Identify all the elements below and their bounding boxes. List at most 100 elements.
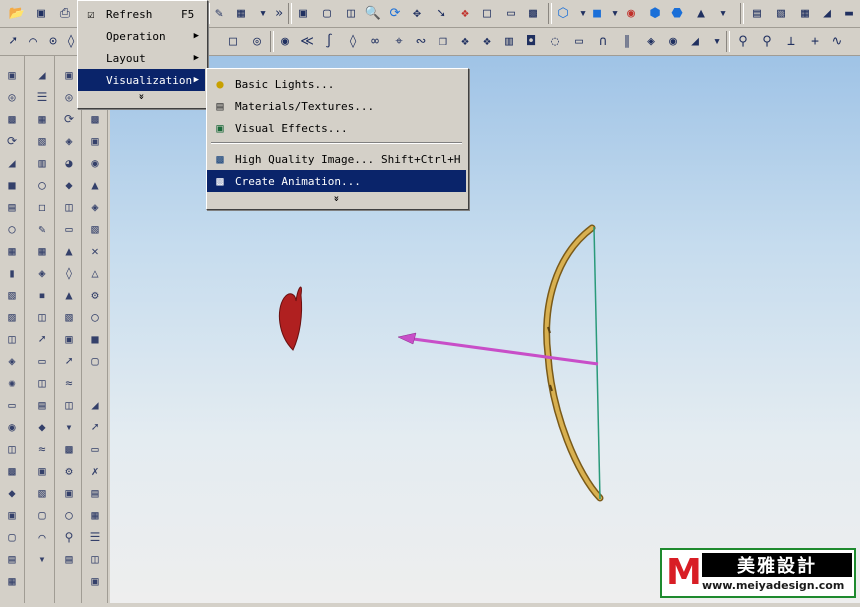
small-box-icon[interactable]: ■ <box>86 330 104 348</box>
arrow-box-icon[interactable]: ➚ <box>86 418 104 436</box>
bridge-icon[interactable]: ∩ <box>594 32 612 50</box>
divide-icon[interactable]: ▥ <box>500 32 518 50</box>
edit-icon[interactable]: ✎ <box>210 4 228 22</box>
fit-view-icon[interactable]: ▣ <box>294 4 312 22</box>
layer-box-icon[interactable]: ▤ <box>86 484 104 502</box>
sew-icon[interactable]: ◫ <box>33 308 51 326</box>
pattern-icon[interactable]: ▨ <box>3 308 21 326</box>
menu-item-create-animation[interactable]: ▩ Create Animation... <box>207 170 466 192</box>
spiral-icon[interactable]: ∞ <box>366 32 384 50</box>
curve-edit-icon[interactable]: ⟳ <box>60 110 78 128</box>
menu-item-visual-effects[interactable]: ▣ Visual Effects... <box>207 117 466 139</box>
bolt-icon[interactable]: ⚲ <box>60 528 78 546</box>
snap-icon[interactable]: ⚲ <box>758 32 776 50</box>
render-icon[interactable]: ⬢ <box>646 4 664 22</box>
pin-icon[interactable]: ⚲ <box>734 32 752 50</box>
frame-box-icon[interactable]: ▢ <box>86 352 104 370</box>
ruler-icon[interactable]: ▬ <box>840 4 858 22</box>
analysis-icon[interactable]: ▤ <box>748 4 766 22</box>
menu-item-layout[interactable]: Layout ▶ <box>78 47 205 69</box>
tube-icon[interactable]: ▤ <box>60 550 78 568</box>
curve-icon[interactable]: ∫ <box>320 32 338 50</box>
hole-icon[interactable]: ○ <box>3 220 21 238</box>
section-icon[interactable]: ◈ <box>642 32 660 50</box>
blend-icon[interactable]: ◎ <box>60 88 78 106</box>
rotate-icon[interactable]: ⟳ <box>386 4 404 22</box>
circle-icon[interactable]: ◎ <box>248 32 266 50</box>
pyramid-icon[interactable]: ▲ <box>60 286 78 304</box>
axis-box-icon[interactable]: ✗ <box>86 462 104 480</box>
green-plane-icon[interactable]: ◆ <box>33 418 51 436</box>
box-up-icon[interactable]: ▲ <box>86 176 104 194</box>
pair-icon[interactable]: ∥ <box>618 32 636 50</box>
revolve-icon[interactable]: ⟳ <box>3 132 21 150</box>
monitor-icon[interactable]: ▩ <box>524 4 542 22</box>
cube-icon[interactable]: □ <box>478 4 496 22</box>
print-icon[interactable]: ⎙ <box>56 4 74 22</box>
menu-item-high-quality-image[interactable]: ▩ High Quality Image... Shift+Ctrl+H <box>207 148 466 170</box>
tag-icon[interactable]: ▭ <box>86 440 104 458</box>
shell-icon[interactable]: ▧ <box>3 286 21 304</box>
line-icon[interactable]: ➚ <box>4 32 22 50</box>
subtract-icon[interactable]: ▣ <box>3 506 21 524</box>
wave-icon[interactable]: ∿ <box>828 32 846 50</box>
extend-icon[interactable]: ❖ <box>478 32 496 50</box>
hump-icon[interactable]: ▣ <box>60 330 78 348</box>
fillet-icon[interactable]: ◌ <box>546 32 564 50</box>
save-icon[interactable]: ▣ <box>32 4 50 22</box>
ruled-icon[interactable]: ▧ <box>33 132 51 150</box>
thru-curves-icon[interactable]: ▥ <box>33 154 51 172</box>
face-blend-icon[interactable]: ▧ <box>60 308 78 326</box>
union-icon[interactable]: ▩ <box>3 462 21 480</box>
trim-face-icon[interactable]: ◫ <box>33 374 51 392</box>
zoom-window-icon[interactable]: ▢ <box>318 4 336 22</box>
folder-open-icon[interactable]: 📂 <box>8 4 26 22</box>
sphere-icon[interactable]: ◎ <box>3 88 21 106</box>
face-icon[interactable]: ◢ <box>33 66 51 84</box>
hole-face-icon[interactable]: ▣ <box>60 484 78 502</box>
pole-icon[interactable]: ◈ <box>60 132 78 150</box>
orient-icon[interactable]: ❖ <box>456 4 474 22</box>
menu-item-refresh[interactable]: ☑ Refresh F5 <box>78 3 205 25</box>
expand-submenu-icon[interactable]: » <box>331 195 342 201</box>
triangle-ruler-icon[interactable]: ◢ <box>686 32 704 50</box>
shaded-cube-icon[interactable]: ■ <box>588 4 606 22</box>
section-face-icon[interactable]: ▣ <box>33 462 51 480</box>
point-icon[interactable]: ⊙ <box>44 32 62 50</box>
grid-icon[interactable]: ▦ <box>796 4 814 22</box>
wrap-icon[interactable]: ◫ <box>60 198 78 216</box>
fan-icon[interactable]: ◆ <box>60 176 78 194</box>
more-icon[interactable]: » <box>270 4 288 22</box>
expand-menu-icon[interactable]: » <box>136 93 147 99</box>
vert-more-icon[interactable]: ▾ <box>33 550 51 568</box>
triangle-icon[interactable]: ◢ <box>818 4 836 22</box>
measure-icon[interactable]: ▧ <box>772 4 790 22</box>
layer-dropdown-icon[interactable]: ▾ <box>714 4 732 22</box>
offset-icon[interactable]: ❒ <box>434 32 452 50</box>
cube-yellow-icon[interactable]: ■ <box>3 176 21 194</box>
lines-box-icon[interactable]: ☰ <box>86 528 104 546</box>
xyz-icon[interactable]: ⌖ <box>390 32 408 50</box>
box-hole-icon[interactable]: ◉ <box>86 154 104 172</box>
book-icon[interactable]: ▮ <box>3 264 21 282</box>
green-teal-icon[interactable]: ▲ <box>60 242 78 260</box>
stack-icon[interactable]: ▩ <box>60 440 78 458</box>
split-icon[interactable]: ◫ <box>3 440 21 458</box>
end-box-icon[interactable]: ▣ <box>86 572 104 590</box>
mirror-icon[interactable]: ◘ <box>522 32 540 50</box>
zoom-icon[interactable]: 🔍 <box>364 4 382 22</box>
cross-icon[interactable]: + <box>806 32 824 50</box>
double-arrow-icon[interactable]: ▾ <box>60 418 78 436</box>
flat-icon[interactable]: ▭ <box>60 220 78 238</box>
box-cut-icon[interactable]: ▣ <box>86 132 104 150</box>
helix-icon[interactable]: ✺ <box>3 374 21 392</box>
mesh-icon[interactable]: ◊ <box>344 32 362 50</box>
axis-icon[interactable]: ➘ <box>432 4 450 22</box>
properties-icon[interactable]: ▦ <box>232 4 250 22</box>
view-cube-icon[interactable]: ⬡ <box>554 4 572 22</box>
brush-icon[interactable]: ✎ <box>33 220 51 238</box>
cross-box-icon[interactable]: ✕ <box>86 242 104 260</box>
tent-icon[interactable]: △ <box>86 264 104 282</box>
screen-icon[interactable]: ▭ <box>502 4 520 22</box>
arc-icon[interactable]: ⌒ <box>24 32 42 50</box>
